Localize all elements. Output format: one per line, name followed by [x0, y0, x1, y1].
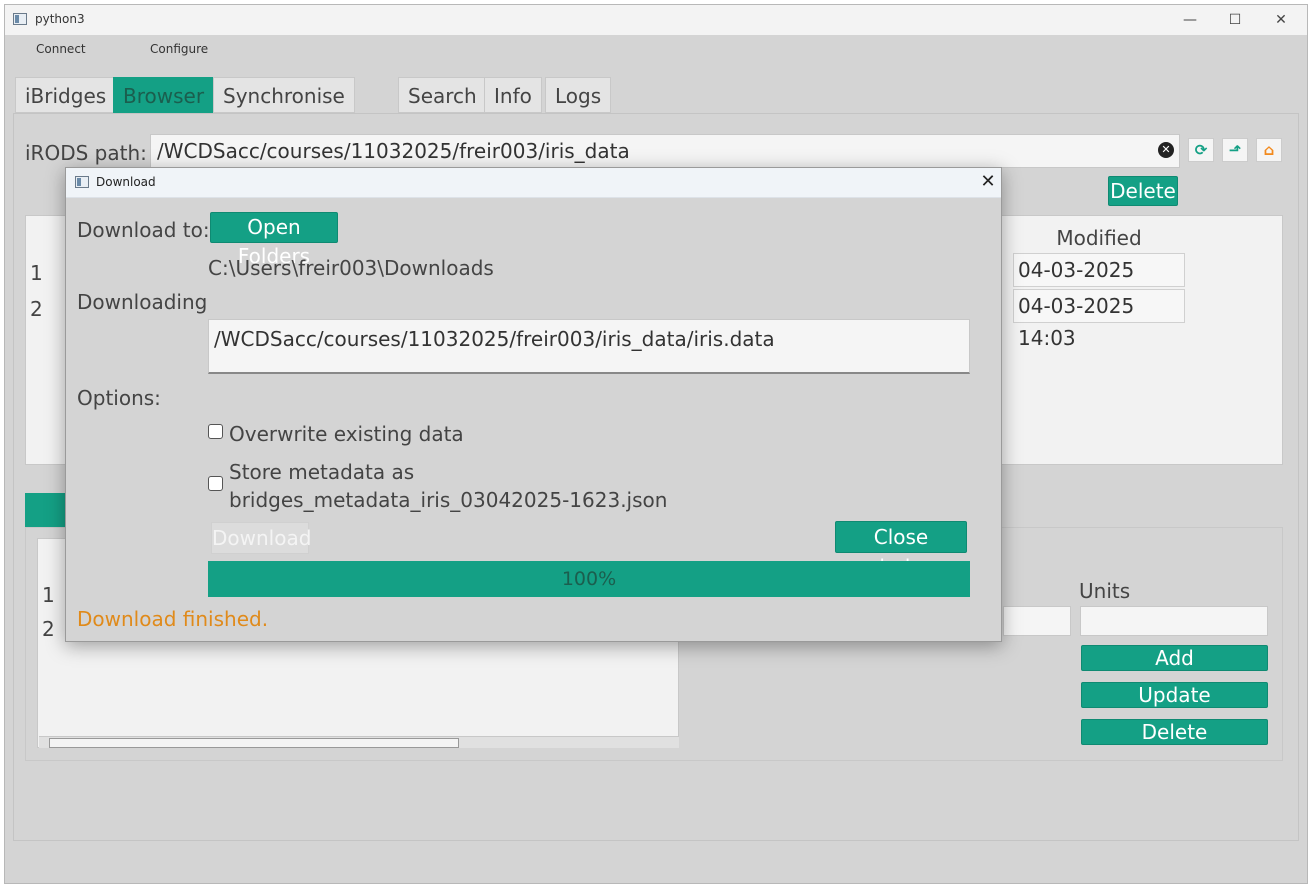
clear-path-icon[interactable]: ✕ — [1158, 142, 1174, 158]
update-metadata-button[interactable]: Update — [1081, 682, 1268, 708]
tab-search[interactable]: Search — [398, 77, 487, 113]
home-icon[interactable]: ⌂ — [1256, 138, 1282, 162]
maximize-icon[interactable]: ☐ — [1220, 9, 1250, 31]
units-input[interactable] — [1080, 606, 1268, 636]
tab-synchronise-data[interactable]: Synchronise Data — [213, 77, 355, 144]
tab-browser[interactable]: Browser — [113, 77, 215, 113]
value-input[interactable] — [1003, 606, 1071, 636]
menu-configure[interactable]: Configure — [150, 42, 208, 56]
store-metadata-label-line2: bridges_metadata_iris_03042025-1623.json — [229, 488, 668, 512]
close-icon[interactable]: ✕ — [1266, 9, 1296, 31]
app-icon — [13, 13, 27, 25]
status-message: Download finished. — [77, 607, 269, 631]
dialog-close-icon[interactable]: ✕ — [976, 170, 1000, 194]
menu-connect[interactable]: Connect — [36, 42, 86, 56]
minimize-icon[interactable]: — — [1175, 9, 1205, 31]
tab-logs[interactable]: Logs — [545, 77, 612, 113]
row-number: 2 — [42, 617, 55, 641]
scrollbar-thumb[interactable] — [49, 738, 459, 748]
row-number: 2 — [30, 297, 43, 321]
overwrite-label: Overwrite existing data — [229, 422, 464, 446]
downloading-path-box[interactable]: /WCDSacc/courses/11032025/freir003/iris_… — [208, 319, 970, 374]
metadata-scrollbar[interactable] — [39, 736, 679, 748]
dialog-title: Download — [96, 175, 156, 189]
download-target-path: C:\Users\freir003\Downloads — [208, 256, 494, 280]
units-label: Units — [1079, 579, 1131, 603]
irods-path-input[interactable]: /WCDSacc/courses/11032025/freir003/iris_… — [150, 134, 1180, 168]
store-metadata-checkbox[interactable] — [208, 476, 223, 491]
download-dialog: Download ✕ Download to: Open Folders C:\… — [65, 167, 1002, 642]
refresh-icon[interactable]: ⟳ — [1188, 138, 1214, 162]
table-cell-modified[interactable]: 04-03-2025 14:03 — [1013, 289, 1185, 350]
store-metadata-label-line1: Store metadata as — [229, 460, 415, 484]
options-label: Options: — [77, 386, 161, 410]
open-folders-button[interactable]: Open Folders — [210, 212, 338, 268]
delete-metadata-button[interactable]: Delete — [1081, 719, 1268, 745]
menubar: Connect Configure — [5, 37, 1307, 63]
download-button[interactable]: Download — [211, 522, 311, 554]
download-progress-bar: 100% — [208, 561, 970, 597]
window-titlebar: python3 — ☐ ✕ — [5, 5, 1307, 35]
table-cell-modified[interactable]: 04-03-2025 14:03 — [1013, 253, 1185, 314]
row-number: 1 — [42, 583, 55, 607]
progress-text: 100% — [561, 568, 617, 590]
tab-ibridges[interactable]: iBridges — [15, 77, 117, 113]
close-window-button[interactable]: Close window — [835, 521, 967, 579]
dialog-titlebar: Download ✕ — [66, 168, 1001, 198]
tab-info[interactable]: Info — [484, 77, 542, 113]
app-icon — [75, 176, 89, 188]
overwrite-checkbox[interactable] — [208, 424, 223, 439]
downloading-label: Downloading — [77, 290, 208, 314]
delete-item-button[interactable]: Delete — [1108, 176, 1178, 206]
window-title: python3 — [35, 12, 85, 26]
parent-folder-icon[interactable]: ⬏ — [1222, 138, 1248, 162]
download-to-label: Download to: — [77, 218, 210, 242]
row-number: 1 — [30, 261, 43, 285]
irods-path-label: iRODS path: — [25, 141, 147, 165]
column-header-modified[interactable]: Modified — [1013, 223, 1185, 253]
add-metadata-button[interactable]: Add — [1081, 645, 1268, 671]
